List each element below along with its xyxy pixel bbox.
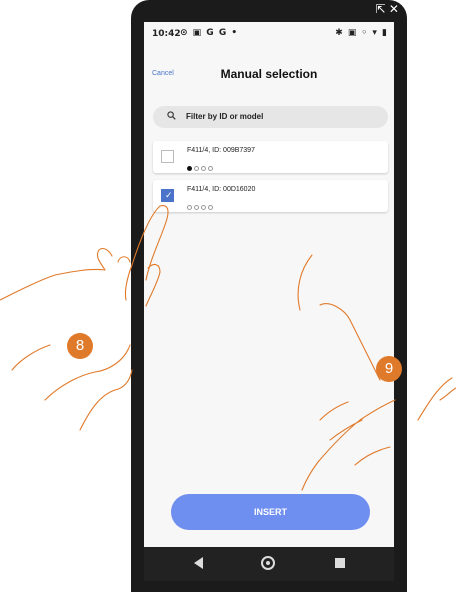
page-title: Manual selection (220, 67, 318, 81)
dot (187, 205, 192, 210)
android-nav-bar (144, 547, 394, 581)
device-item[interactable]: F411/4, ID: 009B7397 (153, 141, 388, 173)
dot (201, 205, 206, 210)
check-icon: ✓ (165, 190, 173, 200)
dot (194, 166, 199, 171)
dot (208, 205, 213, 210)
cancel-button[interactable]: Cancel (152, 70, 174, 77)
device-label: F411/4, ID: 009B7397 (187, 147, 255, 154)
back-icon[interactable] (194, 557, 203, 569)
dot (187, 166, 192, 171)
device-label: F411/4, ID: 00D16020 (187, 186, 256, 193)
dot (194, 205, 199, 210)
device-checkbox[interactable]: ✓ (161, 189, 174, 202)
search-placeholder: Filter by ID or model (186, 112, 264, 121)
status-dots (187, 158, 215, 176)
step-badge-9: 9 (376, 356, 402, 382)
recents-icon[interactable] (335, 558, 345, 568)
header: Manual selection Cancel (144, 62, 394, 82)
insert-button[interactable]: INSERT (171, 494, 370, 530)
left-hand-thumb (79, 369, 133, 431)
status-dots (187, 197, 215, 215)
search-input[interactable]: Filter by ID or model (153, 106, 388, 128)
device-checkbox[interactable] (161, 150, 174, 163)
dot (208, 166, 213, 171)
system-icons: ✱ ▣ ◦ ▾ ▮ (335, 28, 388, 38)
device-item[interactable]: ✓ F411/4, ID: 00D16020 (153, 180, 388, 212)
notification-icons: ⊙ ▣ G G • (180, 28, 239, 38)
search-icon (167, 111, 176, 120)
window-controls[interactable]: ⇱ ✕ (376, 2, 399, 16)
home-icon[interactable] (261, 556, 275, 570)
status-bar: 10:42 ⊙ ▣ G G • ✱ ▣ ◦ ▾ ▮ (144, 22, 394, 44)
dot (201, 166, 206, 171)
app-screen: 10:42 ⊙ ▣ G G • ✱ ▣ ◦ ▾ ▮ Manual selecti… (144, 22, 394, 547)
status-time: 10:42 (152, 29, 181, 39)
step-badge-8: 8 (67, 333, 93, 359)
